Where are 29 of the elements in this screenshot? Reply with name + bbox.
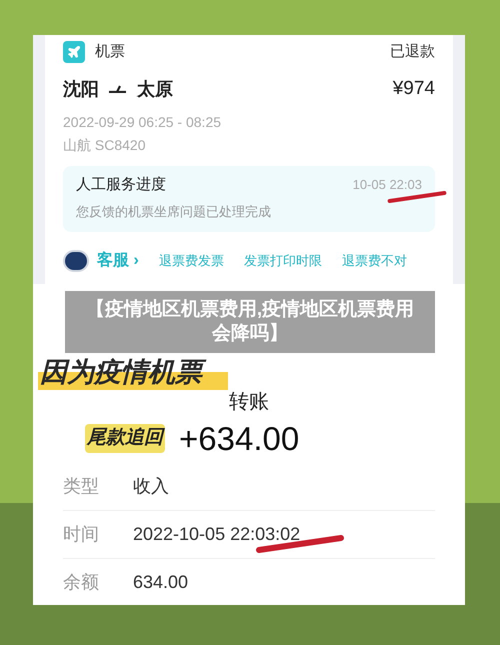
customer-service-link[interactable]: 客服 ›: [97, 248, 139, 272]
transfer-title: 转账: [229, 390, 269, 414]
progress-time: 10-05 22:03: [352, 176, 422, 194]
price: ¥974: [392, 77, 435, 101]
category-label: 机票: [95, 42, 125, 62]
detail-label: 余额: [63, 571, 100, 594]
robot-avatar: [63, 250, 89, 272]
tag-sticker: 尾款追回: [85, 424, 165, 453]
departure-city: 沈阳: [63, 78, 99, 101]
quick-question-link[interactable]: 发票打印时限: [244, 250, 322, 270]
flight-number: 山航 SC8420: [63, 136, 146, 154]
status-label: 已退款: [390, 42, 435, 62]
flight-time: 2022-09-29 06:25 - 08:25: [63, 112, 222, 132]
plane-icon: [63, 41, 85, 63]
progress-title: 人工服务进度: [76, 174, 166, 194]
banner-title: 【疫情地区机票费用,疫情地区机票费用会降吗】: [84, 298, 416, 346]
detail-value: 2022-10-05 22:03:02: [133, 522, 300, 546]
progress-message: 您反馈的机票坐席问题已处理完成: [76, 203, 272, 221]
detail-value: 634.00: [133, 571, 188, 594]
arrow-icon: [109, 85, 127, 94]
detail-label: 类型: [63, 474, 100, 498]
marker-stroke: [387, 190, 447, 204]
detail-label: 时间: [63, 522, 100, 546]
detail-value: 收入: [133, 474, 169, 498]
arrival-city: 太原: [137, 78, 173, 101]
service-progress-panel[interactable]: 人工服务进度 10-05 22:03 您反馈的机票坐席问题已处理完成: [63, 166, 435, 232]
quick-question-link[interactable]: 退票费不对: [342, 250, 407, 270]
transfer-amount: +634.00: [179, 418, 300, 459]
quick-question-link[interactable]: 退票费发票: [158, 250, 224, 270]
